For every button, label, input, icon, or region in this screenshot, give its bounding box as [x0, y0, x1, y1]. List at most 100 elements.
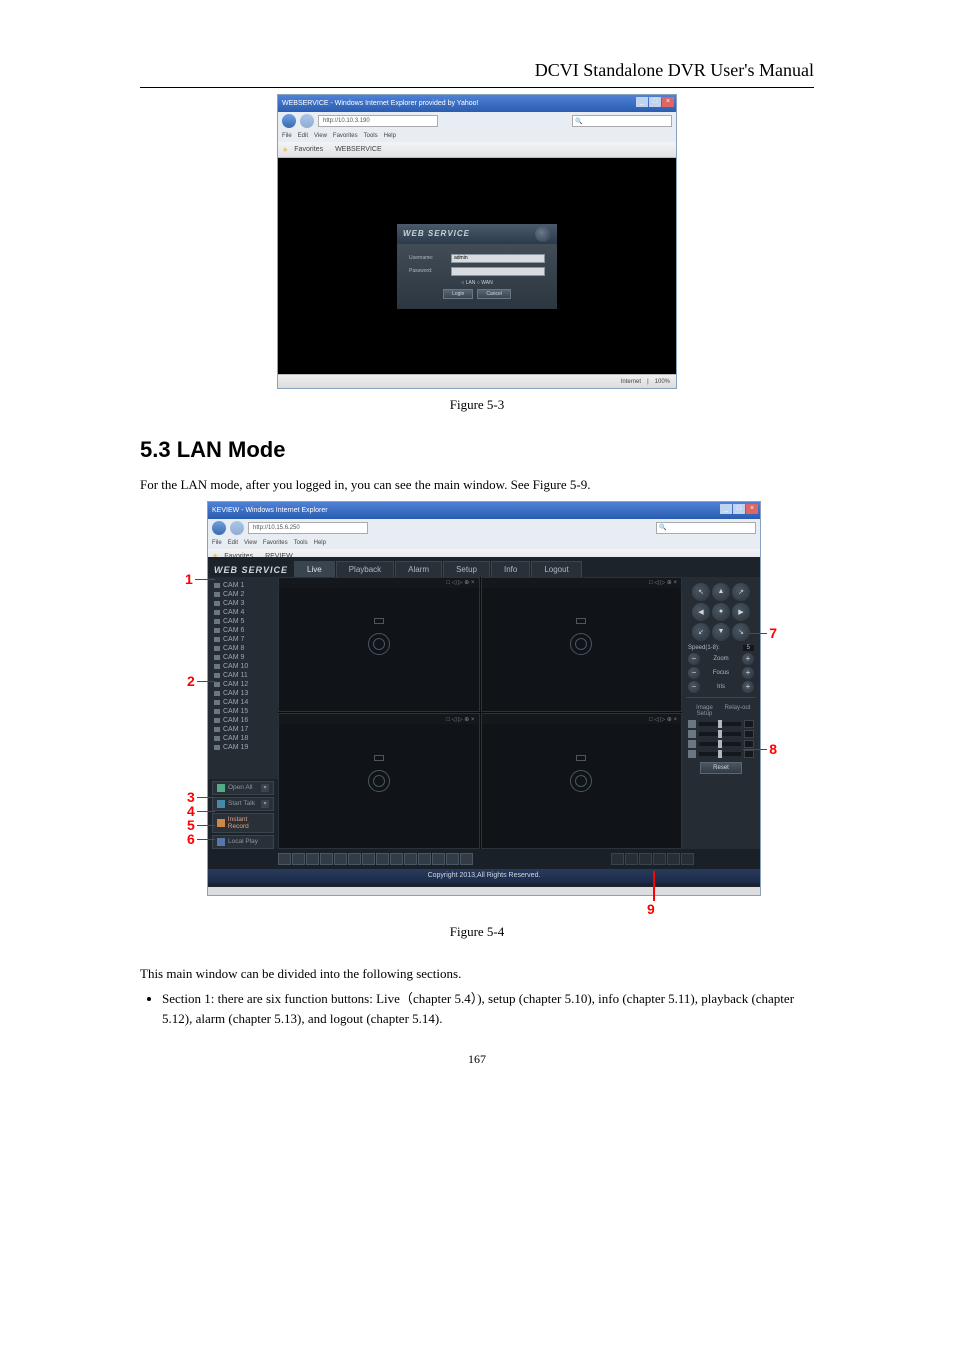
close-icon[interactable]: × [746, 504, 758, 514]
menu-help[interactable]: Help [384, 133, 396, 139]
layout-icon[interactable] [334, 853, 347, 865]
menu-edit[interactable]: Edit [228, 540, 238, 546]
menu-file[interactable]: File [282, 133, 292, 139]
layout-icon[interactable] [306, 853, 319, 865]
camera-item[interactable]: CAM 11 [208, 671, 278, 680]
ptz-up-left[interactable]: ↖ [692, 583, 710, 601]
layout-icon[interactable] [418, 853, 431, 865]
camera-item[interactable]: CAM 12 [208, 680, 278, 689]
maximize-icon[interactable]: □ [649, 97, 661, 107]
back-icon[interactable] [282, 114, 296, 128]
layout-icon[interactable] [404, 853, 417, 865]
maximize-icon[interactable]: □ [733, 504, 745, 514]
tool-icon[interactable] [625, 853, 638, 865]
camera-item[interactable]: CAM 7 [208, 635, 278, 644]
layout-icon[interactable] [278, 853, 291, 865]
url-field[interactable]: http://10.10.3.190 [318, 115, 438, 127]
layout-icon[interactable] [390, 853, 403, 865]
username-input[interactable] [451, 254, 545, 263]
iris-out[interactable]: − [688, 681, 700, 693]
ptz-center[interactable]: ● [712, 603, 730, 621]
cancel-button[interactable]: Cancel [477, 289, 511, 299]
zoom-level[interactable]: 100% [655, 379, 670, 385]
tab-playback[interactable]: Playback [336, 561, 394, 577]
contrast-slider[interactable] [699, 732, 741, 736]
layout-icon[interactable] [348, 853, 361, 865]
camera-item[interactable]: CAM 2 [208, 590, 278, 599]
password-input[interactable] [451, 267, 545, 276]
instant-record-button[interactable]: Instant Record [212, 813, 274, 833]
camera-item[interactable]: CAM 18 [208, 734, 278, 743]
tab-alarm[interactable]: Alarm [395, 561, 442, 577]
chevron-down-icon[interactable]: ▾ [261, 800, 269, 808]
brightness-slider[interactable] [699, 722, 741, 726]
layout-icon[interactable] [320, 853, 333, 865]
ptz-left[interactable]: ◀ [692, 603, 710, 621]
tab-logout[interactable]: Logout [531, 561, 581, 577]
menu-help[interactable]: Help [314, 540, 326, 546]
reset-button[interactable]: Reset [700, 762, 742, 774]
camera-item[interactable]: CAM 10 [208, 662, 278, 671]
camera-item[interactable]: CAM 8 [208, 644, 278, 653]
forward-icon[interactable] [230, 521, 244, 535]
layout-icon[interactable] [362, 853, 375, 865]
ptz-up-right[interactable]: ↗ [732, 583, 750, 601]
camera-item[interactable]: CAM 4 [208, 608, 278, 617]
mode-radios[interactable]: ○ LAN ○ WAN [409, 280, 545, 286]
image-setup-tab[interactable]: Image Setup [688, 705, 721, 717]
tool-icon[interactable] [611, 853, 624, 865]
start-talk-button[interactable]: Start Talk▾ [212, 797, 274, 811]
video-cell[interactable]: □ ◁ ▷ ⊕ × [481, 577, 683, 713]
zoom-in[interactable]: + [742, 653, 754, 665]
menu-view[interactable]: View [244, 540, 257, 546]
video-cell[interactable]: □ ◁ ▷ ⊕ × [481, 713, 683, 849]
tab-webservice[interactable]: WEBSERVICE [335, 146, 382, 153]
zoom-out[interactable]: − [688, 653, 700, 665]
search-field[interactable]: 🔍 [572, 115, 672, 127]
saturation-slider[interactable] [699, 752, 741, 756]
camera-item[interactable]: CAM 6 [208, 626, 278, 635]
url-field[interactable]: http://10.15.6.250 [248, 522, 368, 534]
forward-icon[interactable] [300, 114, 314, 128]
video-cell[interactable]: □ ◁ ▷ ⊕ × [278, 713, 480, 849]
local-play-button[interactable]: Local Play [212, 835, 274, 849]
menu-view[interactable]: View [314, 133, 327, 139]
layout-icon[interactable] [460, 853, 473, 865]
back-icon[interactable] [212, 521, 226, 535]
camera-item[interactable]: CAM 17 [208, 725, 278, 734]
focus-out[interactable]: − [688, 667, 700, 679]
camera-item[interactable]: CAM 14 [208, 698, 278, 707]
minimize-icon[interactable]: _ [720, 504, 732, 514]
ptz-up[interactable]: ▲ [712, 583, 730, 601]
layout-icon[interactable] [432, 853, 445, 865]
camera-item[interactable]: CAM 1 [208, 581, 278, 590]
menu-tools[interactable]: Tools [364, 133, 378, 139]
tab-live[interactable]: Live [294, 561, 335, 577]
menu-edit[interactable]: Edit [298, 133, 308, 139]
ptz-right[interactable]: ▶ [732, 603, 750, 621]
tool-icon[interactable] [667, 853, 680, 865]
menu-favorites[interactable]: Favorites [333, 133, 358, 139]
favorites-star-icon[interactable]: ★ [282, 146, 288, 154]
hue-slider[interactable] [699, 742, 741, 746]
menu-file[interactable]: File [212, 540, 222, 546]
tab-setup[interactable]: Setup [443, 561, 490, 577]
focus-in[interactable]: + [742, 667, 754, 679]
tool-icon[interactable] [681, 853, 694, 865]
relay-out-tab[interactable]: Relay-out [721, 705, 754, 717]
camera-item[interactable]: CAM 5 [208, 617, 278, 626]
open-all-button[interactable]: Open All▾ [212, 781, 274, 795]
search-field[interactable]: 🔍 [656, 522, 756, 534]
ptz-down[interactable]: ▼ [712, 623, 730, 641]
camera-item[interactable]: CAM 13 [208, 689, 278, 698]
iris-in[interactable]: + [742, 681, 754, 693]
camera-item[interactable]: CAM 9 [208, 653, 278, 662]
video-cell[interactable]: □ ◁ ▷ ⊕ × [278, 577, 480, 713]
minimize-icon[interactable]: _ [636, 97, 648, 107]
ptz-down-right[interactable]: ↘ [732, 623, 750, 641]
layout-icon[interactable] [292, 853, 305, 865]
camera-item[interactable]: CAM 3 [208, 599, 278, 608]
camera-item[interactable]: CAM 19 [208, 743, 278, 752]
chevron-down-icon[interactable]: ▾ [261, 784, 269, 792]
close-icon[interactable]: × [662, 97, 674, 107]
